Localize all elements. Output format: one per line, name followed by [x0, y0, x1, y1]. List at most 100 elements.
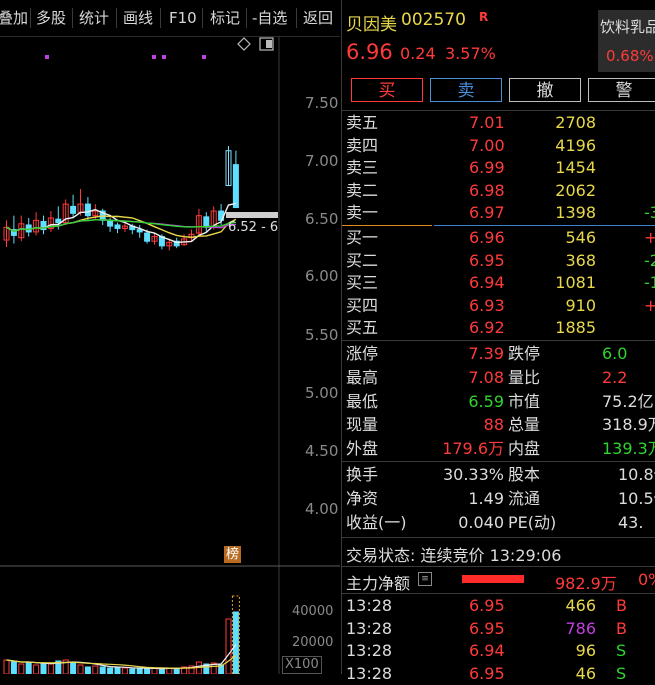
- toolbar-divider: [160, 8, 161, 28]
- order-book-row[interactable]: 买五 6.92 1885: [346, 317, 655, 339]
- stat-value: 30.33%: [442, 465, 504, 484]
- order-book-row[interactable]: 买三 6.94 1081 -1: [346, 272, 655, 294]
- level-price: 6.92: [469, 318, 505, 337]
- stat-row: 收益(一) 0.040 PE(动) 43.: [346, 512, 655, 534]
- buy-button[interactable]: 买: [351, 78, 423, 102]
- order-book-row[interactable]: 买四 6.93 910 +: [346, 295, 655, 317]
- level-price: 6.93: [469, 295, 505, 315]
- level-label: 卖四: [346, 135, 379, 155]
- volume-bar: [33, 664, 40, 674]
- stat-row: 换手 30.33% 股本 10.8亿: [346, 464, 655, 486]
- tick-row: 13:28 6.94 96 S: [346, 640, 655, 662]
- tick-price: 6.95: [469, 596, 505, 615]
- price-change: 0.24: [400, 44, 436, 63]
- chart-toolbar: 叠加 多股 统计 画线 F10 标记 -自选 返回: [0, 0, 340, 37]
- stat-value: 88: [483, 415, 504, 435]
- stat-value: 6.59: [468, 391, 504, 411]
- level-price: 6.95: [469, 250, 505, 270]
- volume-bar: [136, 667, 143, 674]
- volume-bar: [99, 666, 106, 674]
- tick-row: 13:28 6.95 786 B: [346, 618, 655, 640]
- level-price: 6.96: [469, 228, 505, 247]
- kline-chart-area[interactable]: 7.50 7.00 6.50 6.00 5.50 5.00 4.50 4.00 …: [0, 36, 340, 674]
- stat-label: 跌停: [508, 344, 541, 363]
- price-axis-label: 5.50: [305, 326, 339, 344]
- level-label: 买三: [346, 273, 379, 292]
- tick-volume: 466: [565, 596, 596, 615]
- toolbar-f10[interactable]: F10: [169, 6, 197, 30]
- order-book-row[interactable]: 买二 6.95 368 -2: [346, 250, 655, 272]
- level-label: 卖三: [346, 158, 379, 177]
- sell-button[interactable]: 卖: [430, 78, 502, 102]
- stat-label: 流通: [508, 488, 541, 508]
- order-book-row[interactable]: 卖五 7.01 2708: [346, 112, 655, 134]
- level-change: -2: [644, 250, 655, 270]
- stat-label: 涨停: [346, 344, 379, 363]
- volume-bar: [158, 668, 165, 674]
- stat-value: 179.6万: [442, 439, 504, 459]
- main-fund-bar: [462, 575, 524, 583]
- volume-bar: [92, 665, 99, 674]
- price-axis-label: 6.00: [305, 267, 339, 285]
- divider: [342, 110, 655, 111]
- level-change: -1: [644, 273, 655, 292]
- toolbar-mark[interactable]: 标记: [210, 6, 240, 30]
- tick-price: 6.95: [469, 618, 505, 638]
- stat-row: 净资 1.49 流通 10.5亿: [346, 488, 655, 510]
- sector-box[interactable]: 饮料乳品 0.68%: [598, 10, 655, 72]
- tick-time: 13:28: [346, 596, 393, 615]
- volume-bar: [70, 661, 77, 674]
- divider: [342, 593, 655, 594]
- level-price: 6.98: [469, 180, 505, 200]
- toolbar-back[interactable]: 返回: [303, 6, 333, 30]
- stat-label: 总量: [508, 415, 541, 435]
- level-volume: 368: [565, 250, 596, 270]
- order-book-row[interactable]: 卖一 6.97 1398 -3: [346, 202, 655, 224]
- stat-label: 量比: [508, 367, 541, 387]
- order-book-row[interactable]: 买一 6.96 546 +: [346, 227, 655, 249]
- candle-body: [144, 232, 151, 242]
- tick-side: B: [616, 596, 627, 615]
- stat-label: 最低: [346, 391, 379, 411]
- stat-label: 换手: [346, 465, 379, 484]
- list-badge[interactable]: 榜: [224, 546, 242, 563]
- tick-row: 13:28 6.95 466 B: [346, 595, 655, 617]
- stat-value: 0.040: [458, 512, 504, 532]
- stat-label: 外盘: [346, 439, 379, 459]
- stat-row: 最高 7.08 量比 2.2: [346, 367, 655, 389]
- stat-row: 外盘 179.6万 内盘 139.3万: [346, 438, 655, 460]
- list-icon[interactable]: ≡: [418, 572, 432, 586]
- alert-button[interactable]: 警: [588, 78, 655, 102]
- level-volume: 546: [565, 228, 596, 247]
- trade-status: 交易状态: 连续竞价 13:29:06: [346, 546, 562, 565]
- stat-value: 139.3万: [602, 439, 655, 459]
- level-volume: 1454: [555, 158, 596, 177]
- order-book-row[interactable]: 卖三 6.99 1454: [346, 157, 655, 179]
- toolbar-draw-line[interactable]: 画线: [123, 6, 153, 30]
- candle-body: [114, 224, 121, 229]
- stat-row: 涨停 7.39 跌停 6.0: [346, 343, 655, 365]
- level-label: 买四: [346, 295, 379, 315]
- tick-volume: 96: [575, 641, 596, 660]
- toolbar-overlay[interactable]: 叠加: [0, 6, 28, 30]
- candle-body: [70, 205, 77, 214]
- cancel-button[interactable]: 撤: [509, 78, 581, 102]
- quote-panel: 贝因美 002570 R 6.96 0.24 3.57% 饮料乳品 0.68% …: [341, 0, 655, 683]
- toolbar-watchlist[interactable]: -自选: [252, 6, 287, 30]
- order-book-row[interactable]: 卖四 7.00 4196: [346, 135, 655, 157]
- main-fund-value: 982.9万: [555, 574, 617, 593]
- stat-value: 10.8亿: [618, 465, 655, 484]
- stat-label: 最高: [346, 367, 379, 387]
- toolbar-stats[interactable]: 统计: [79, 6, 109, 30]
- volume-unit: X100: [282, 656, 322, 674]
- order-book-row[interactable]: 卖二 6.98 2062: [346, 180, 655, 202]
- divider: [342, 537, 655, 538]
- tick-price: 6.94: [469, 641, 505, 660]
- kline-svg[interactable]: [0, 36, 340, 674]
- toolbar-multi-stock[interactable]: 多股: [36, 6, 66, 30]
- volume-bar: [225, 618, 232, 674]
- volume-bar: [129, 668, 136, 674]
- stat-value: 1.49: [468, 488, 504, 508]
- level-volume: 1885: [555, 318, 596, 337]
- level-volume: 1081: [555, 273, 596, 292]
